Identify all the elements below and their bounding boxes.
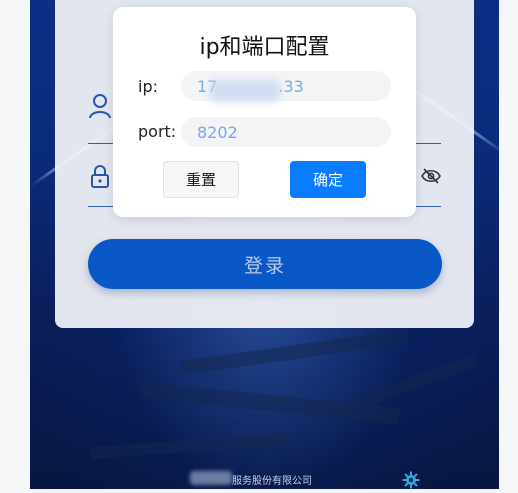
background-rifle-silhouette [332, 354, 478, 418]
gear-icon[interactable] [402, 471, 420, 493]
background-rifle-silhouette [89, 433, 291, 459]
footer-company-mask [190, 471, 232, 485]
background-rifle-silhouette [180, 329, 410, 375]
ip-port-config-dialog: ip和端口配置 ip: port: 重置 确定 [113, 7, 416, 217]
footer-company-text: 服务股份有限公司 [232, 476, 312, 487]
port-input[interactable] [181, 117, 391, 147]
ip-label: ip: [138, 77, 158, 96]
dialog-title: ip和端口配置 [199, 35, 330, 60]
confirm-button[interactable]: 确定 [290, 161, 366, 198]
eye-off-icon[interactable] [421, 168, 441, 188]
port-label: port: [138, 122, 177, 141]
login-button[interactable]: 登录 [88, 239, 442, 289]
ip-redaction-mask [210, 80, 280, 102]
lock-icon [90, 165, 110, 193]
reset-button[interactable]: 重置 [163, 161, 239, 198]
user-icon [88, 93, 112, 123]
